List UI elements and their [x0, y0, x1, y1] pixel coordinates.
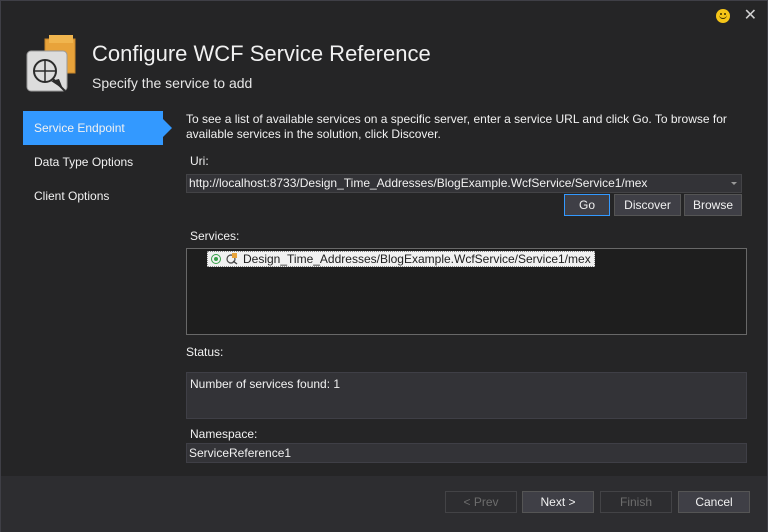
go-button[interactable]: Go	[564, 194, 610, 216]
status-text: Number of services found: 1	[190, 377, 341, 391]
uri-value: http://localhost:8733/Design_Time_Addres…	[189, 176, 648, 190]
status-label: Status:	[186, 345, 224, 359]
discover-button[interactable]: Discover	[614, 194, 681, 216]
configure-wcf-dialog: ✕ Configure WCF Service Reference Specif…	[0, 0, 768, 532]
close-icon[interactable]: ✕	[744, 8, 757, 24]
namespace-label: Namespace:	[190, 427, 258, 441]
browse-button[interactable]: Browse	[684, 194, 742, 216]
next-button[interactable]: Next >	[522, 491, 594, 513]
services-label: Services:	[190, 229, 240, 243]
nav-item-service-endpoint[interactable]: Service Endpoint	[23, 111, 172, 145]
namespace-value: ServiceReference1	[189, 446, 292, 460]
uri-label: Uri:	[190, 154, 209, 168]
radio-selected-icon	[211, 254, 221, 264]
status-box: Number of services found: 1	[186, 372, 747, 419]
wcf-service-icon	[26, 35, 76, 92]
nav-item-data-type-options[interactable]: Data Type Options	[23, 145, 163, 179]
dropdown-arrow-icon[interactable]	[731, 182, 737, 185]
service-tree-item[interactable]: Design_Time_Addresses/BlogExample.WcfSer…	[207, 251, 595, 267]
prev-button[interactable]: < Prev	[445, 491, 517, 513]
wizard-nav: Service Endpoint Data Type Options Clien…	[23, 111, 172, 213]
smiley-feedback-icon[interactable]	[715, 9, 730, 23]
nav-item-client-options[interactable]: Client Options	[23, 179, 163, 213]
intro-text: To see a list of available services on a…	[186, 112, 727, 141]
dialog-title: Configure WCF Service Reference	[92, 41, 431, 66]
dialog-subtitle: Specify the service to add	[92, 75, 253, 91]
namespace-input[interactable]: ServiceReference1	[186, 443, 747, 463]
title-bar-icons: ✕	[715, 8, 757, 24]
services-tree[interactable]: Design_Time_Addresses/BlogExample.WcfSer…	[186, 248, 747, 335]
cancel-button[interactable]: Cancel	[678, 491, 750, 513]
service-item-label: Design_Time_Addresses/BlogExample.WcfSer…	[243, 252, 591, 266]
service-item-icon	[226, 253, 238, 265]
uri-input[interactable]: http://localhost:8733/Design_Time_Addres…	[186, 174, 742, 193]
finish-button[interactable]: Finish	[600, 491, 672, 513]
dialog-footer: < Prev Next > Finish Cancel	[1, 476, 767, 532]
